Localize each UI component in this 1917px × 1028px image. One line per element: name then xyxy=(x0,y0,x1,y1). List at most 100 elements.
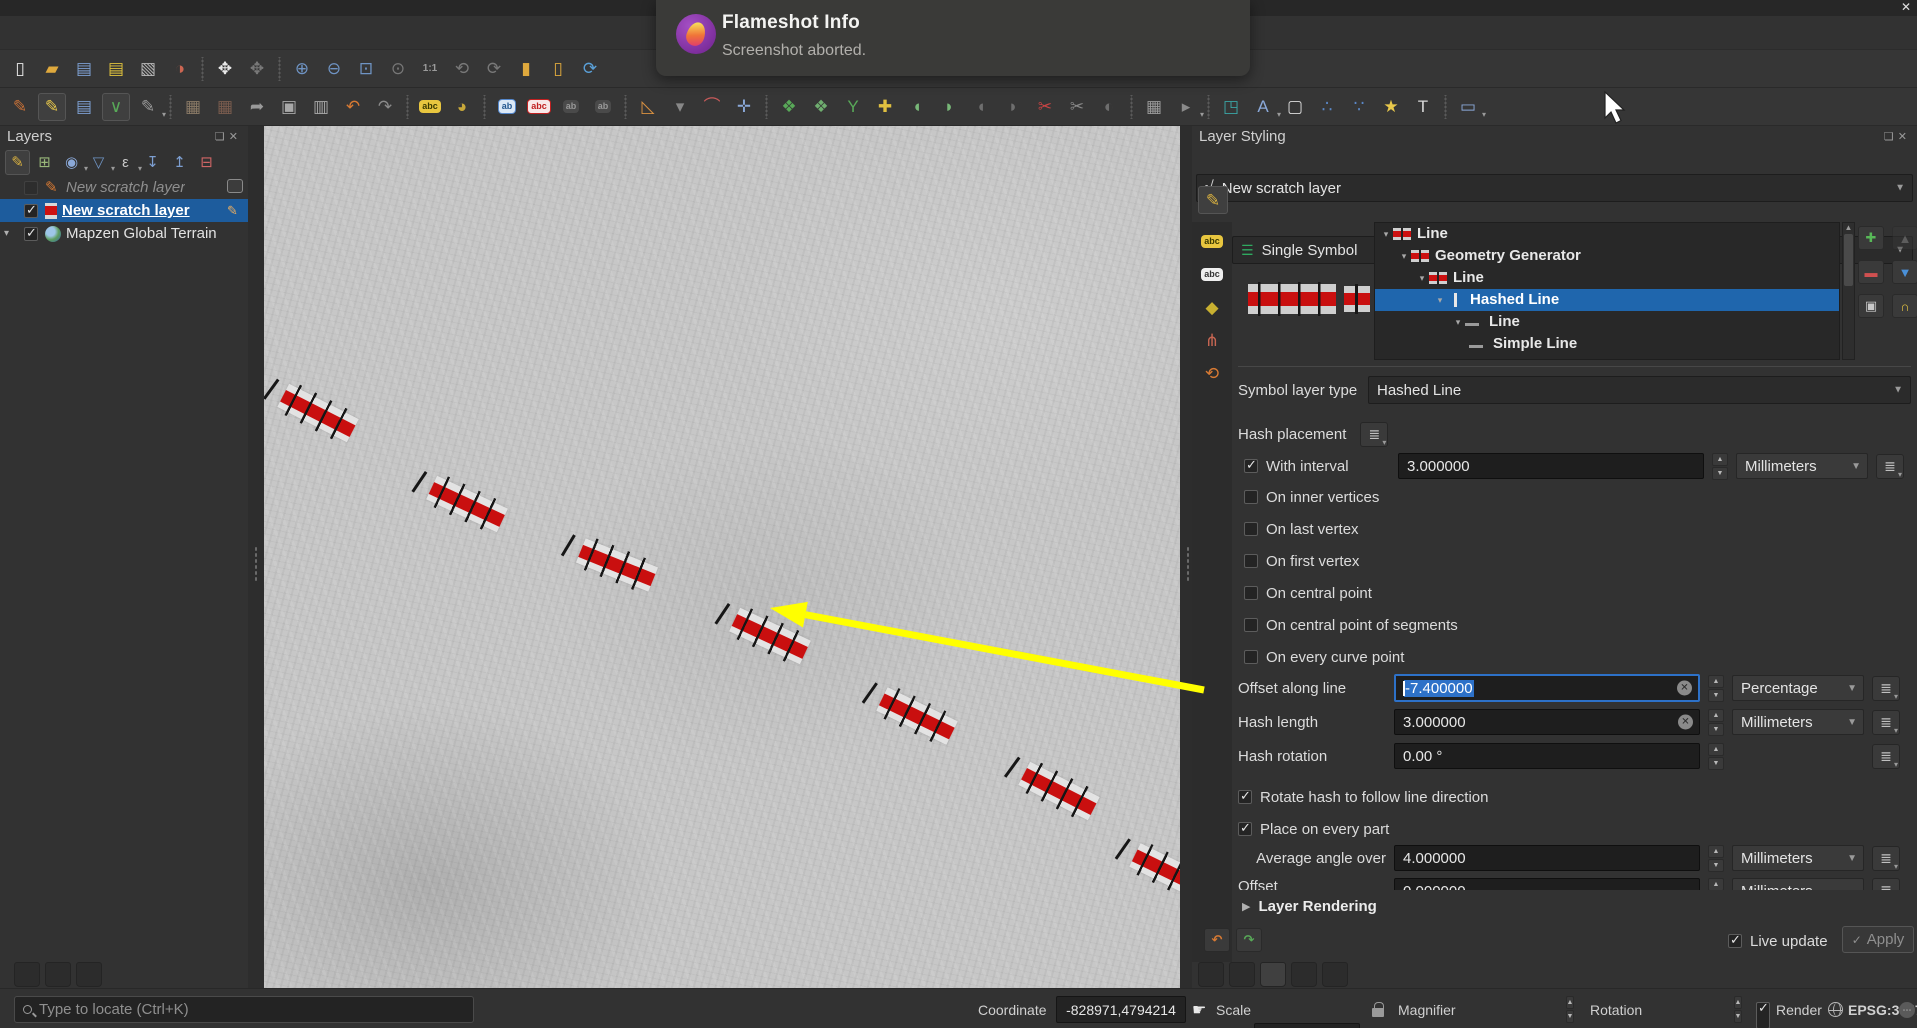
tab-history-button[interactable]: ⟲ xyxy=(1198,359,1226,387)
split-features-button[interactable]: Y xyxy=(839,93,867,121)
placement-checkbox[interactable] xyxy=(1244,650,1258,664)
layer-tree-item[interactable]: ▾ New scratch layer xyxy=(0,176,248,199)
measure-line-button[interactable]: ◺ xyxy=(634,93,662,121)
hash-length-unit-select[interactable]: Millimeters ▼ xyxy=(1732,709,1864,735)
symbol-preview-small[interactable] xyxy=(1344,284,1370,314)
data-defined-override-button[interactable]: ≣ xyxy=(1876,453,1904,479)
with-interval-checkbox[interactable] xyxy=(1244,457,1258,473)
average-angle-input[interactable]: 4.000000 xyxy=(1394,845,1700,871)
messages-button[interactable]: ⋯ xyxy=(1899,996,1915,1023)
expand-all-button[interactable]: ↧ xyxy=(140,150,165,175)
zoom-out-button[interactable]: ⊖ xyxy=(320,55,348,83)
reshape-features-button[interactable]: ✂ xyxy=(1031,93,1059,121)
panel-dock-icons[interactable]: ❏✕ xyxy=(1884,126,1911,148)
layer-visibility-checkbox[interactable] xyxy=(24,180,38,195)
add-ring-button[interactable]: ✚ xyxy=(871,93,899,121)
refresh-map-button[interactable]: ⟳ xyxy=(576,55,604,83)
digitize-options-button[interactable]: ✎ xyxy=(134,93,166,121)
new-project-button[interactable]: ▯ xyxy=(6,55,34,83)
offset-spinner[interactable]: ▲ ▼ xyxy=(1708,675,1724,702)
attribute-table-button[interactable]: ▦ xyxy=(1140,93,1168,121)
annotation-frame-button[interactable]: ◳ xyxy=(1217,93,1245,121)
cut-features-button[interactable]: ➦ xyxy=(243,93,271,121)
node-tool-a-button[interactable]: ∴ xyxy=(1313,93,1341,121)
data-defined-override-button[interactable]: ≣ xyxy=(1872,878,1900,890)
hash-length-input[interactable]: 3.000000 ✕ xyxy=(1394,709,1700,735)
open-layer-styling-button[interactable]: ✎ xyxy=(5,149,30,175)
layer-labeling-button[interactable]: abc xyxy=(416,93,444,121)
tab-3d-button[interactable]: ◆ xyxy=(1198,293,1226,321)
offset-unit-select[interactable]: Percentage ▼ xyxy=(1732,675,1864,701)
fill-ring-button[interactable]: ◖ xyxy=(903,93,931,121)
modify-attributes-button[interactable]: ▦ xyxy=(179,93,207,121)
style-manager-button[interactable]: ◑ xyxy=(166,55,194,83)
run-feature-action-button[interactable]: ▸ xyxy=(1172,93,1204,121)
circular-string-button[interactable]: ⌒ xyxy=(698,93,726,121)
measure-options-button[interactable]: ▾ xyxy=(666,93,694,121)
move-layer-up-button[interactable]: ▲ xyxy=(1892,226,1917,250)
merge-attributes-button[interactable]: ◐ xyxy=(1095,93,1123,121)
expand-caret-icon[interactable]: ▾ xyxy=(4,228,9,239)
text-annotation-button[interactable]: abc xyxy=(525,93,553,121)
symbol-tree-row[interactable]: ▾ Line xyxy=(1375,267,1839,289)
symbol-tree-row[interactable]: ▾ Geometry Generator xyxy=(1375,245,1839,267)
map-canvas[interactable] xyxy=(264,126,1180,988)
live-update-checkbox[interactable] xyxy=(1728,932,1742,948)
placement-checkbox[interactable] xyxy=(1244,554,1258,568)
save-layer-edits-button[interactable]: ▤ xyxy=(70,93,98,121)
project-properties-button[interactable]: ▧ xyxy=(134,55,162,83)
layer-visibility-checkbox[interactable] xyxy=(24,225,38,241)
layer-diagram-button[interactable]: ◕ xyxy=(448,93,476,121)
collapse-all-button[interactable]: ↥ xyxy=(167,150,192,175)
vertex-tool-button[interactable]: ✛ xyxy=(730,93,758,121)
lock-layer-color-button[interactable]: ∩ xyxy=(1892,294,1917,318)
rotate-feature-button[interactable]: ❖ xyxy=(807,93,835,121)
layer-visibility-checkbox[interactable] xyxy=(24,202,38,218)
layer-tree-item[interactable]: ▾ Mapzen Global Terrain xyxy=(0,222,248,245)
zoom-native-button[interactable]: 1:1 xyxy=(416,55,444,83)
undo-edit-button[interactable]: ↶ xyxy=(339,93,367,121)
panel-dock-icons[interactable]: ❏✕ xyxy=(215,126,242,148)
placement-checkbox[interactable] xyxy=(1244,586,1258,600)
add-part-button[interactable]: ◗ xyxy=(935,93,963,121)
lock-scale-icon[interactable] xyxy=(1372,996,1384,1023)
styling-layer-selector[interactable]: √ New scratch layer ▼ xyxy=(1196,174,1913,202)
apply-button[interactable]: ✓ Apply xyxy=(1842,926,1914,953)
redo-edit-button[interactable]: ↷ xyxy=(371,93,399,121)
html-annotation-button[interactable]: ab xyxy=(589,93,617,121)
delete-selected-button[interactable]: ▦ xyxy=(211,93,239,121)
dock-tab[interactable] xyxy=(14,962,40,987)
move-layer-down-button[interactable]: ▼ xyxy=(1892,260,1917,284)
symbol-tree-row[interactable]: ▾ Line xyxy=(1375,223,1839,245)
zoom-last-button[interactable]: ⟲ xyxy=(448,55,476,83)
data-defined-override-button[interactable]: ≣ xyxy=(1872,709,1900,735)
render-checkbox[interactable] xyxy=(1756,1000,1770,1028)
window-close-icon[interactable]: ✕ xyxy=(1901,0,1911,14)
with-interval-input[interactable]: 3.000000 xyxy=(1398,453,1704,479)
dock-tab[interactable] xyxy=(45,962,71,987)
clipped-row-unit-select[interactable]: Millimeters xyxy=(1732,878,1864,890)
delete-ring-button[interactable]: ◖ xyxy=(967,93,995,121)
paste-features-button[interactable]: ▥ xyxy=(307,93,335,121)
placement-checkbox[interactable] xyxy=(1244,618,1258,632)
offset-curve-button[interactable]: ✂ xyxy=(1063,93,1091,121)
rotation-spinner[interactable]: ▲ ▼ xyxy=(1730,996,1746,1023)
text-format-button[interactable]: A xyxy=(1249,93,1281,121)
data-defined-override-button[interactable]: ≣ xyxy=(1872,675,1900,701)
select-annotation-button[interactable]: ▢ xyxy=(1281,93,1309,121)
symbology-tab-button[interactable]: ✎ xyxy=(1198,186,1228,214)
clear-value-icon[interactable]: ✕ xyxy=(1677,680,1692,696)
average-angle-spinner[interactable]: ▲ ▼ xyxy=(1708,845,1724,872)
zoom-to-selection-button[interactable]: ⊙ xyxy=(384,55,412,83)
clipped-row-input[interactable]: 0.000000 xyxy=(1394,878,1700,890)
zoom-full-button[interactable]: ⊡ xyxy=(352,55,380,83)
text-along-line-button[interactable]: T xyxy=(1409,93,1437,121)
data-defined-override-button[interactable]: ≣ xyxy=(1360,421,1389,447)
open-project-button[interactable]: ▰ xyxy=(38,55,66,83)
favorites-button[interactable]: ★ xyxy=(1377,93,1405,121)
remove-layer-button[interactable]: ⊟ xyxy=(194,150,219,175)
remove-symbol-layer-button[interactable]: ▬ xyxy=(1858,260,1884,284)
tab-callouts-button[interactable]: abc xyxy=(1198,260,1226,288)
clear-value-icon[interactable]: ✕ xyxy=(1678,714,1693,730)
with-interval-spinner[interactable]: ▲ ▼ xyxy=(1712,453,1728,480)
